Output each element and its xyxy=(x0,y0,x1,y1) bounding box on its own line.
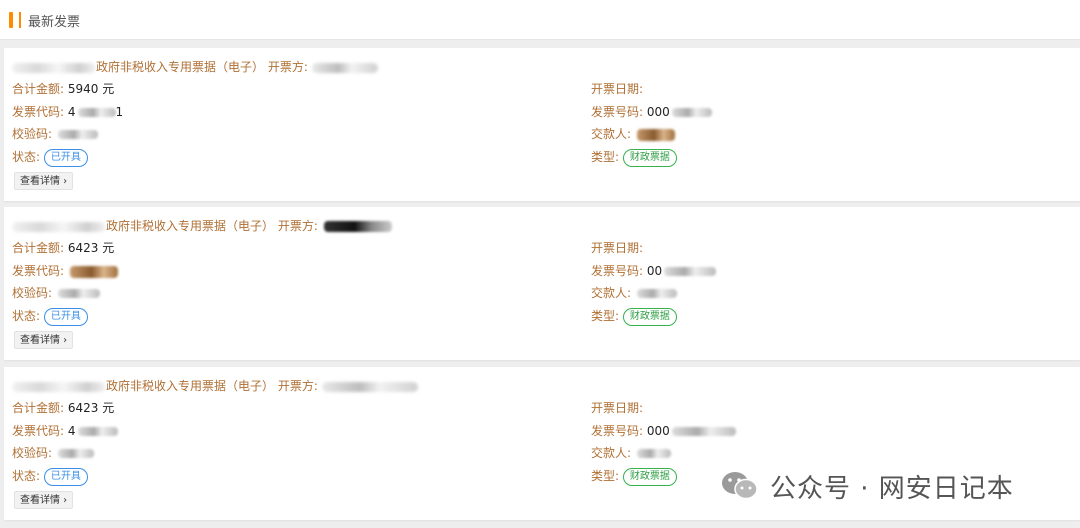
check-code-row: 校验码: xyxy=(12,125,98,143)
accent-bar-thin xyxy=(19,12,21,28)
chevron-right-icon: › xyxy=(60,335,68,346)
issue-date-row: 开票日期: xyxy=(591,401,644,415)
redacted-issuer xyxy=(323,221,392,232)
status-row: 状态: 已开具 xyxy=(12,148,88,167)
chevron-right-icon: › xyxy=(60,176,68,187)
check-code-row: 校验码: xyxy=(12,284,100,302)
total-amount-value: 5940 元 xyxy=(67,82,115,96)
total-amount-value: 6423 元 xyxy=(67,401,115,415)
redacted-payer xyxy=(636,449,671,458)
invoice-title: 政府非税收入专用票据（电子） 开票方: xyxy=(12,377,418,395)
redacted-code xyxy=(77,108,116,117)
status-badge: 已开具 xyxy=(43,467,88,486)
view-details-button[interactable]: 查看详情 › xyxy=(14,331,74,349)
watermark: 公众号 · 网安日记本 xyxy=(720,466,1014,506)
type-row: 类型: 财政票据 xyxy=(591,467,677,486)
invoice-title: 政府非税收入专用票据（电子） 开票方: xyxy=(12,58,378,76)
total-amount-row: 合计金额: 5940 元 xyxy=(12,82,115,96)
redacted-check-code xyxy=(57,449,94,458)
invoice-card: 政府非税收入专用票据（电子） 开票方: 合计金额: 6423 元 发票代码: 校… xyxy=(4,207,1080,360)
redacted-region xyxy=(12,221,106,232)
redacted-check-code xyxy=(57,130,98,139)
payer-row: 交款人: xyxy=(591,444,671,462)
status-badge: 已开具 xyxy=(43,148,88,167)
total-amount-value: 6423 元 xyxy=(67,241,115,255)
watermark-text: 公众号 · 网安日记本 xyxy=(770,473,1014,504)
status-row: 状态: 已开具 xyxy=(12,467,88,486)
invoice-number-row: 发票号码: 00 xyxy=(591,262,717,280)
type-row: 类型: 财政票据 xyxy=(591,148,677,167)
section-header: 最新发票 xyxy=(0,0,1080,40)
type-badge: 财政票据 xyxy=(622,307,677,326)
redacted-number xyxy=(671,427,736,436)
type-badge: 财政票据 xyxy=(622,467,677,486)
invoice-title: 政府非税收入专用票据（电子） 开票方: xyxy=(12,217,392,235)
status-row: 状态: 已开具 xyxy=(12,307,88,326)
issue-date-row: 开票日期: xyxy=(591,241,644,255)
view-details-button[interactable]: 查看详情 › xyxy=(14,172,74,190)
total-amount-row: 合计金额: 6423 元 xyxy=(12,401,115,415)
type-row: 类型: 财政票据 xyxy=(591,307,677,326)
redacted-number xyxy=(671,108,712,117)
redacted-code xyxy=(69,265,118,278)
redacted-payer xyxy=(636,128,675,141)
redacted-code xyxy=(77,427,118,436)
issue-date-row: 开票日期: xyxy=(591,82,644,96)
total-amount-row: 合计金额: 6423 元 xyxy=(12,241,115,255)
redacted-issuer xyxy=(311,62,378,73)
check-code-row: 校验码: xyxy=(12,444,94,462)
section-title: 最新发票 xyxy=(28,15,81,30)
redacted-issuer xyxy=(321,381,418,392)
view-details-button[interactable]: 查看详情 › xyxy=(14,491,74,509)
redacted-region xyxy=(12,62,96,73)
invoice-number-row: 发票号码: 000 xyxy=(591,103,712,121)
invoice-code-row: 发票代码: xyxy=(12,262,118,280)
redacted-check-code xyxy=(57,289,100,298)
type-badge: 财政票据 xyxy=(622,148,677,167)
payer-row: 交款人: xyxy=(591,125,675,143)
status-badge: 已开具 xyxy=(43,307,88,326)
header-accent-marks xyxy=(9,12,23,28)
payer-row: 交款人: xyxy=(591,284,677,302)
redacted-region xyxy=(12,381,106,392)
wechat-icon xyxy=(720,470,760,502)
chevron-right-icon: › xyxy=(60,495,68,506)
accent-bar xyxy=(9,12,13,28)
invoice-code-row: 发票代码: 41 xyxy=(12,105,124,119)
invoice-card: 政府非税收入专用票据（电子） 开票方: 合计金额: 5940 元 发票代码: 4… xyxy=(4,48,1080,201)
invoice-code-row: 发票代码: 4 xyxy=(12,422,118,440)
redacted-number xyxy=(664,267,717,276)
redacted-payer xyxy=(636,289,677,298)
invoice-number-row: 发票号码: 000 xyxy=(591,422,736,440)
